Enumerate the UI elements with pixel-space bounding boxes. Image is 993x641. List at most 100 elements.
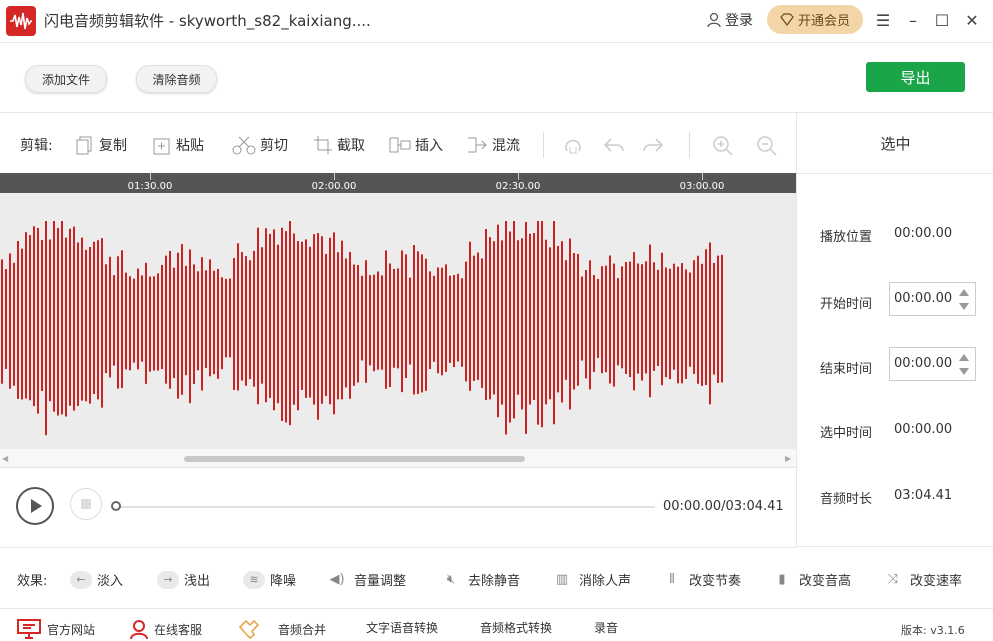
maximize-icon[interactable]: ☐ <box>932 10 952 30</box>
window-title: 闪电音频剪辑软件 - skyworth_s82_kaixiang.... <box>44 12 371 30</box>
effect-label: 去除静音 <box>468 574 521 589</box>
play-icon <box>31 499 42 513</box>
menu-icon[interactable]: ☰ <box>873 10 893 30</box>
end-time-field[interactable]: 00:00.00 <box>889 347 976 381</box>
vip-label: 开通会员 <box>797 14 850 29</box>
effects-toolbar: 效果: ← 淡入 → 浅出 ≋ 降噪 ◀) 音量调整 🔇︎ 去除静音 ▥ 消除人… <box>0 548 993 609</box>
cut-button[interactable]: 剪切 <box>232 135 288 155</box>
effect-label: 改变节奏 <box>689 574 742 589</box>
increment-icon[interactable] <box>959 354 969 361</box>
speaker-icon: ◀) <box>329 572 345 587</box>
decrement-icon[interactable] <box>959 303 969 310</box>
toolbar-divider <box>689 132 690 158</box>
paste-label: 粘贴 <box>176 138 204 154</box>
footer-bar: 官方网站 在线客服 音频合并 文字语音转换 音频格式转换 录音 版本: v3.1… <box>0 609 993 641</box>
paste-button[interactable]: 粘贴 <box>152 135 204 155</box>
effect-pitch[interactable]: ▮ 改变音高 <box>770 570 851 589</box>
selection-panel: 选中 播放位置 00:00.00 开始时间 00:00.00 结束时间 00:0… <box>796 113 993 547</box>
waveform <box>1 221 723 436</box>
zoom-in-icon <box>713 136 733 156</box>
insert-label: 插入 <box>415 138 443 154</box>
clear-audio-button[interactable]: 清除音频 <box>136 65 217 93</box>
playback-controls: 00:00.00/03:04.41 <box>0 468 796 548</box>
file-toolbar: 添加文件 清除音频 导出 <box>0 43 993 113</box>
pitch-icon: ▮ <box>778 572 786 587</box>
insert-button[interactable]: 插入 <box>389 135 443 155</box>
scrollbar-thumb[interactable] <box>184 456 525 462</box>
selection-header: 选中 <box>797 113 993 174</box>
effect-speed[interactable]: ⤨ 改变速率 <box>881 570 962 589</box>
add-file-button[interactable]: 添加文件 <box>25 65 107 93</box>
merge-link[interactable]: 音频合并 <box>238 619 326 639</box>
login-button[interactable]: 登录 <box>706 10 753 30</box>
end-time-label: 结束时间 <box>820 362 873 377</box>
zoom-out-icon <box>757 136 777 156</box>
support-link[interactable]: 在线客服 <box>130 619 202 639</box>
undo-icon <box>603 138 624 152</box>
effect-label: 音量调整 <box>354 574 407 589</box>
mute-icon: 🔇︎ <box>446 572 456 587</box>
increment-icon[interactable] <box>959 289 969 296</box>
playback-progress-knob[interactable] <box>111 501 121 511</box>
app-logo-icon <box>6 6 36 36</box>
playback-time: 00:00.00/03:04.41 <box>663 499 784 514</box>
minimize-icon[interactable]: – <box>903 10 923 30</box>
effect-denoise[interactable]: ≋ 降噪 <box>243 570 296 589</box>
start-time-field[interactable]: 00:00.00 <box>889 282 976 316</box>
playback-progress-track[interactable] <box>117 506 655 508</box>
support-icon <box>130 620 148 639</box>
title-bar: 闪电音频剪辑软件 - skyworth_s82_kaixiang.... 登录 … <box>0 0 993 43</box>
play-button[interactable] <box>16 487 54 525</box>
crop-icon <box>314 136 332 154</box>
crop-button[interactable]: 截取 <box>313 135 365 155</box>
website-label: 官方网站 <box>47 622 96 637</box>
record-link[interactable]: 录音 <box>594 619 618 636</box>
undo-button[interactable] <box>603 135 625 155</box>
effect-label: 改变音高 <box>799 574 852 589</box>
waveform-scrollbar[interactable]: ◀ ▶ <box>0 449 796 468</box>
timeline-tick <box>334 173 335 180</box>
scroll-right-icon[interactable]: ▶ <box>785 454 791 463</box>
effect-remove-silence[interactable]: 🔇︎ 去除静音 <box>439 570 520 589</box>
copy-icon <box>76 136 92 155</box>
scroll-left-icon[interactable]: ◀ <box>2 454 8 463</box>
reset-icon <box>565 139 581 154</box>
effect-volume[interactable]: ◀) 音量调整 <box>325 570 406 589</box>
close-icon[interactable]: ✕ <box>962 10 982 30</box>
timeline-ruler[interactable]: 01:30.00 02:00.00 02:30.00 03:00.00 <box>0 173 796 193</box>
effect-remove-vocals[interactable]: ▥ 消除人声 <box>550 570 631 589</box>
tts-link[interactable]: 文字语音转换 <box>366 619 438 636</box>
waveform-view[interactable] <box>0 193 796 449</box>
sliders-icon: ⫴ <box>669 572 675 587</box>
decrement-icon[interactable] <box>959 368 969 375</box>
stop-button[interactable] <box>70 488 102 520</box>
copy-button[interactable]: 复制 <box>75 135 127 155</box>
start-time-label: 开始时间 <box>820 297 873 312</box>
reset-button[interactable] <box>562 135 584 155</box>
insert-icon <box>389 137 411 153</box>
selected-time-value: 00:00.00 <box>894 422 953 437</box>
crop-label: 截取 <box>337 138 365 154</box>
export-button[interactable]: 导出 <box>866 62 965 92</box>
zoom-out-button[interactable] <box>756 135 778 157</box>
mix-button[interactable]: 混流 <box>466 135 520 155</box>
effect-tempo[interactable]: ⫴ 改变节奏 <box>660 570 741 589</box>
support-label: 在线客服 <box>154 622 203 637</box>
monitor-icon <box>17 619 41 639</box>
convert-link[interactable]: 音频格式转换 <box>480 619 552 636</box>
mix-icon <box>468 137 487 153</box>
timeline-tick <box>150 173 151 180</box>
edit-label: 剪辑: <box>20 138 53 154</box>
denoise-icon: ≋ <box>243 570 265 589</box>
fade-out-icon: → <box>157 570 179 589</box>
effect-fade-in[interactable]: ← 淡入 <box>70 570 123 589</box>
vip-button[interactable]: 开通会员 <box>767 5 863 34</box>
effects-label: 效果: <box>17 574 48 589</box>
start-time-value: 00:00.00 <box>894 291 953 306</box>
effect-label: 浅出 <box>184 574 211 589</box>
zoom-in-button[interactable] <box>712 135 734 157</box>
timeline-tick <box>702 173 703 180</box>
redo-button[interactable] <box>642 135 664 155</box>
website-link[interactable]: 官方网站 <box>17 619 95 639</box>
effect-fade-out[interactable]: → 浅出 <box>157 570 210 589</box>
